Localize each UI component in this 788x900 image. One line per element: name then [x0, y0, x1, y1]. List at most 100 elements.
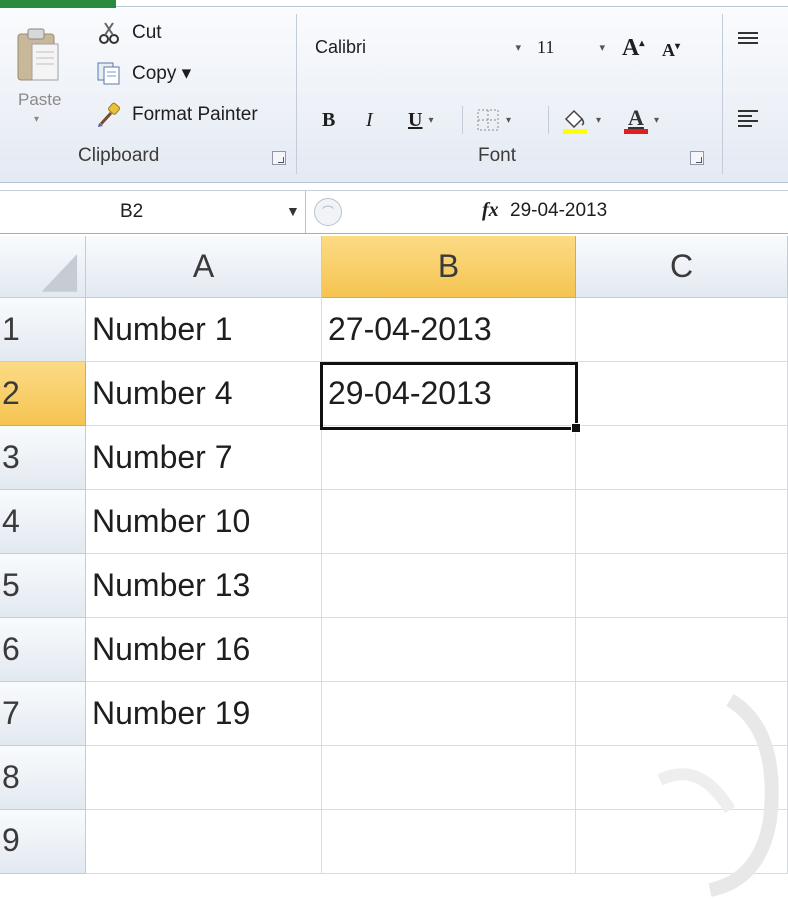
row-header[interactable]: 7	[0, 682, 86, 746]
formula-cancel-icon[interactable]: ⌒	[314, 198, 342, 226]
font-color-button[interactable]: A ▾	[624, 100, 659, 140]
row-number: 2	[2, 375, 20, 411]
cell-a5[interactable]: Number 13	[86, 554, 322, 618]
cell-a9[interactable]	[86, 810, 322, 874]
cell-b5[interactable]	[322, 554, 576, 618]
row-header[interactable]: 2	[0, 362, 86, 426]
cell-c4[interactable]	[576, 490, 788, 554]
name-box-dropdown-icon[interactable]: ▼	[286, 203, 300, 219]
cell-value: Number 7	[92, 439, 233, 475]
row-header[interactable]: 8	[0, 746, 86, 810]
font-group-label: Font	[478, 145, 517, 166]
row-number: 8	[2, 759, 20, 795]
cell-value: 27-04-2013	[328, 311, 492, 347]
cell-b2[interactable]: 29-04-2013	[322, 362, 576, 426]
borders-button[interactable]: ▾	[476, 100, 511, 140]
clipboard-group-label: Clipboard	[78, 145, 160, 166]
cell-b9[interactable]	[322, 810, 576, 874]
bold-button[interactable]: B	[322, 100, 335, 140]
cell-b6[interactable]	[322, 618, 576, 682]
copy-icon	[97, 62, 120, 85]
format-painter-button[interactable]: Format Painter	[96, 100, 258, 130]
column-header-a[interactable]: A	[86, 236, 322, 298]
cell-b7[interactable]	[322, 682, 576, 746]
cell-value: Number 16	[92, 631, 251, 667]
group-divider	[722, 14, 723, 174]
font-name-dropdown-icon[interactable]: ▾	[515, 41, 521, 54]
name-box-value: B2	[120, 201, 144, 222]
cell-value: Number 19	[92, 695, 251, 731]
font-size-combo[interactable]: 11 ▾	[530, 30, 612, 64]
cell-b1[interactable]: 27-04-2013	[322, 298, 576, 362]
underline-dropdown-icon[interactable]: ▾	[428, 115, 433, 126]
copy-button[interactable]: Copy ▾	[96, 58, 191, 88]
cell-a7[interactable]: Number 19	[86, 682, 322, 746]
cell-a4[interactable]: Number 10	[86, 490, 322, 554]
fill-handle[interactable]	[571, 423, 581, 433]
cell-c1[interactable]	[576, 298, 788, 362]
shrink-font-button[interactable]: A▾	[662, 30, 680, 70]
font-dialog-launcher-icon[interactable]	[690, 151, 704, 165]
row-header[interactable]: 1	[0, 298, 86, 362]
column-header-b[interactable]: B	[322, 236, 576, 298]
cell-c8[interactable]	[576, 746, 788, 810]
insert-function-icon[interactable]: fx	[482, 199, 499, 222]
cell-b8[interactable]	[322, 746, 576, 810]
cell-c7[interactable]	[576, 682, 788, 746]
font-name-combo[interactable]: Calibri ▾	[310, 30, 528, 64]
align-top-icon[interactable]	[736, 30, 766, 50]
cell-a3[interactable]: Number 7	[86, 426, 322, 490]
cut-button[interactable]: Cut	[96, 18, 162, 48]
fill-color-swatch	[563, 129, 587, 134]
cell-c5[interactable]	[576, 554, 788, 618]
borders-dropdown-icon[interactable]: ▾	[506, 115, 511, 126]
cell-b4[interactable]	[322, 490, 576, 554]
clipboard-dialog-launcher-icon[interactable]	[272, 151, 286, 165]
formula-bar: B2 ▼ ⌒ fx 29-04-2013	[0, 190, 788, 234]
paste-icon	[17, 28, 59, 81]
column-header-label: A	[192, 248, 215, 284]
column-header-c[interactable]: C	[576, 236, 788, 298]
fill-color-dropdown-icon[interactable]: ▾	[596, 115, 601, 126]
font-size-dropdown-icon[interactable]: ▾	[599, 41, 605, 54]
name-box[interactable]: B2 ▼	[0, 191, 306, 233]
row-number: 5	[2, 567, 20, 603]
cell-c3[interactable]	[576, 426, 788, 490]
font-color-dropdown-icon[interactable]: ▾	[654, 115, 659, 126]
ribbon: Paste ▾ Cut Copy ▾ Format Painter Clipbo…	[0, 0, 788, 183]
fill-color-button[interactable]: ▾	[560, 100, 601, 140]
row-header[interactable]: 5	[0, 554, 86, 618]
underline-button[interactable]: U ▾	[408, 100, 433, 140]
cell-value: Number 10	[92, 503, 251, 539]
align-left-icon[interactable]	[736, 108, 766, 128]
row-header[interactable]: 9	[0, 810, 86, 874]
font-color-label: A	[628, 104, 644, 130]
copy-label: Copy ▾	[132, 62, 192, 84]
row-header[interactable]: 6	[0, 618, 86, 682]
cell-c6[interactable]	[576, 618, 788, 682]
cell-a6[interactable]: Number 16	[86, 618, 322, 682]
cell-a2[interactable]: Number 4	[86, 362, 322, 426]
row-header[interactable]: 4	[0, 490, 86, 554]
cell-value: Number 13	[92, 567, 251, 603]
group-divider	[296, 14, 297, 174]
italic-button[interactable]: I	[366, 100, 373, 140]
grow-font-button[interactable]: A▴	[622, 28, 644, 68]
cell-c9[interactable]	[576, 810, 788, 874]
font-color-icon: A	[624, 104, 648, 134]
formula-input[interactable]: 29-04-2013	[510, 200, 607, 222]
cell-a1[interactable]: Number 1	[86, 298, 322, 362]
formula-buttons: ⌒ fx	[312, 195, 499, 229]
format-painter-label: Format Painter	[132, 104, 258, 125]
cell-b3[interactable]	[322, 426, 576, 490]
paste-dropdown-icon[interactable]: ▾	[34, 114, 39, 125]
cell-c2[interactable]	[576, 362, 788, 426]
row-header[interactable]: 3	[0, 426, 86, 490]
cell-value: Number 4	[92, 375, 233, 411]
file-tab-edge[interactable]	[0, 0, 116, 8]
format-divider	[548, 106, 549, 134]
cell-a8[interactable]	[86, 746, 322, 810]
select-all-corner[interactable]	[0, 236, 86, 298]
row-number: 3	[2, 439, 20, 475]
paste-label: Paste	[18, 90, 62, 109]
